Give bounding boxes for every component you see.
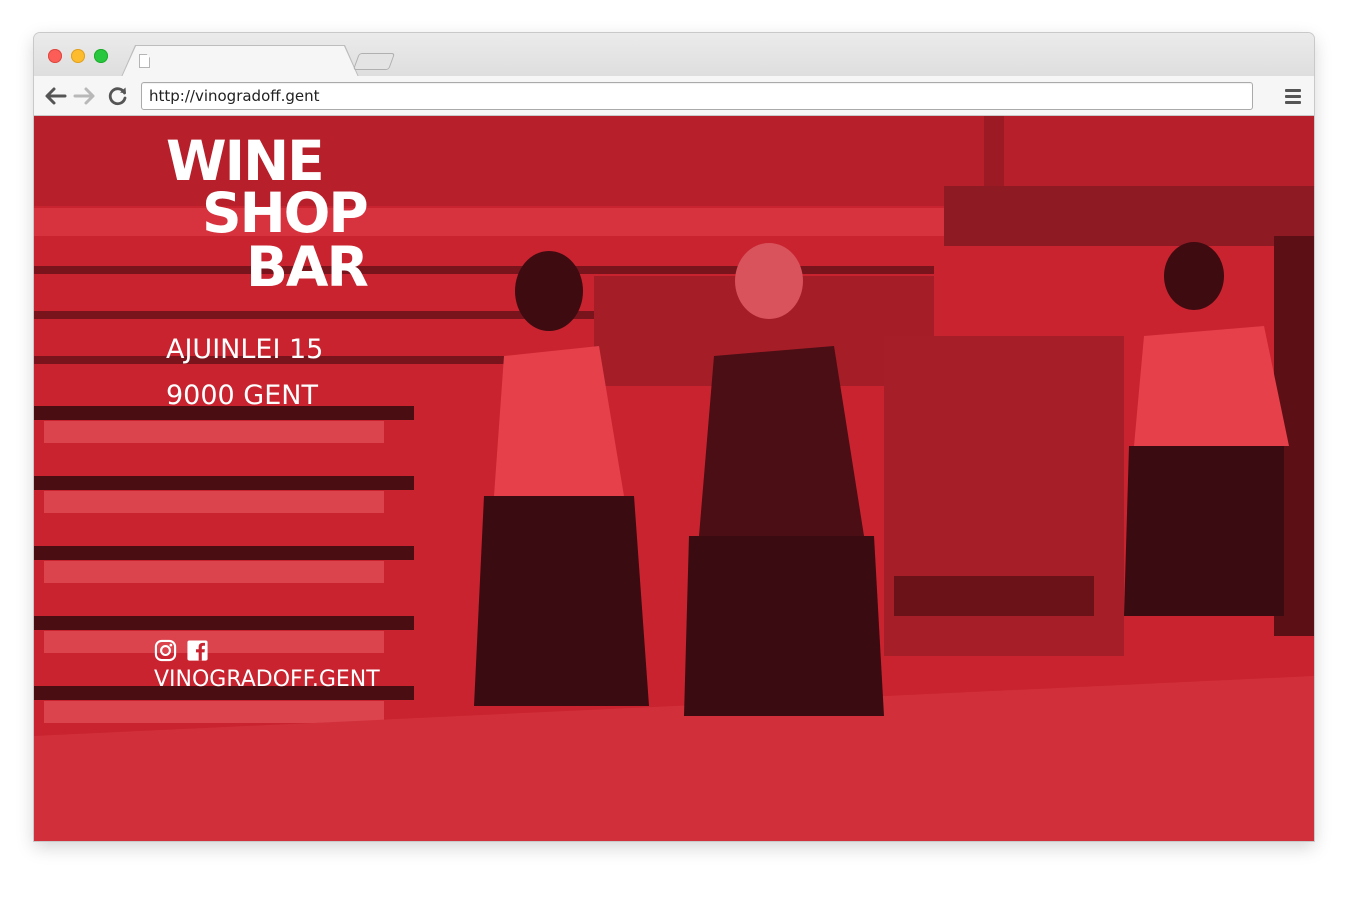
page-icon <box>139 54 150 68</box>
browser-toolbar <box>34 76 1314 116</box>
address-bar[interactable] <box>141 82 1253 110</box>
instagram-icon[interactable] <box>154 639 177 662</box>
title-bar <box>34 33 1314 76</box>
minimize-window-button[interactable] <box>71 49 85 63</box>
logo-line-shop: SHOP <box>202 181 369 245</box>
back-button[interactable] <box>42 84 68 108</box>
close-window-button[interactable] <box>48 49 62 63</box>
arrow-left-icon <box>45 87 67 105</box>
logo-line-bar: BAR <box>246 235 369 299</box>
menu-icon-bar <box>1285 95 1301 98</box>
tab-active[interactable] <box>122 46 358 77</box>
address-street: AJUINLEI 15 <box>166 334 324 365</box>
new-tab-button[interactable] <box>352 53 396 70</box>
arrow-right-icon <box>73 87 95 105</box>
logo[interactable]: WINE SHOP BAR <box>166 134 386 299</box>
social-links <box>154 639 209 663</box>
website-link[interactable]: VINOGRADOFF.GENT <box>154 667 380 693</box>
zoom-window-button[interactable] <box>94 49 108 63</box>
browser-window: WINE SHOP BAR AJUINLEI 15 9000 GENT VINO… <box>34 33 1314 841</box>
page-viewport: WINE SHOP BAR AJUINLEI 15 9000 GENT VINO… <box>34 116 1314 841</box>
reload-button[interactable] <box>105 84 131 108</box>
reload-icon <box>108 87 127 106</box>
menu-button[interactable] <box>1282 85 1304 107</box>
forward-button[interactable] <box>72 84 98 108</box>
menu-icon-bar <box>1285 101 1301 104</box>
menu-icon <box>1285 89 1301 92</box>
facebook-icon[interactable] <box>186 639 209 662</box>
address-city: 9000 GENT <box>166 380 318 411</box>
